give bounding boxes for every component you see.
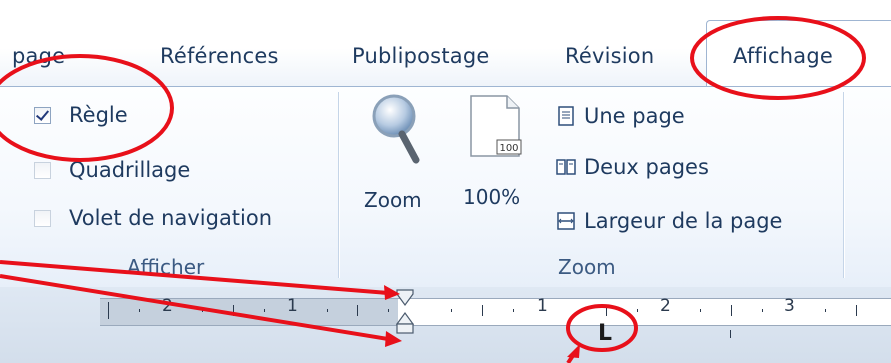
annotation-circle-regle [0,54,174,162]
tab-stop-symbol: L [598,321,612,346]
tab-stop-icon[interactable]: L [598,321,612,346]
annotation-arrowheads [384,285,580,358]
annotation-arrow-line [0,274,389,341]
annotation-circle-affichage [690,16,866,100]
annotation-marks [0,16,866,363]
indent-markers-icon[interactable] [395,289,415,334]
annotation-arrow-line [0,260,389,295]
ruler-overlay: L [0,16,866,363]
arrowhead-icon [567,344,580,358]
